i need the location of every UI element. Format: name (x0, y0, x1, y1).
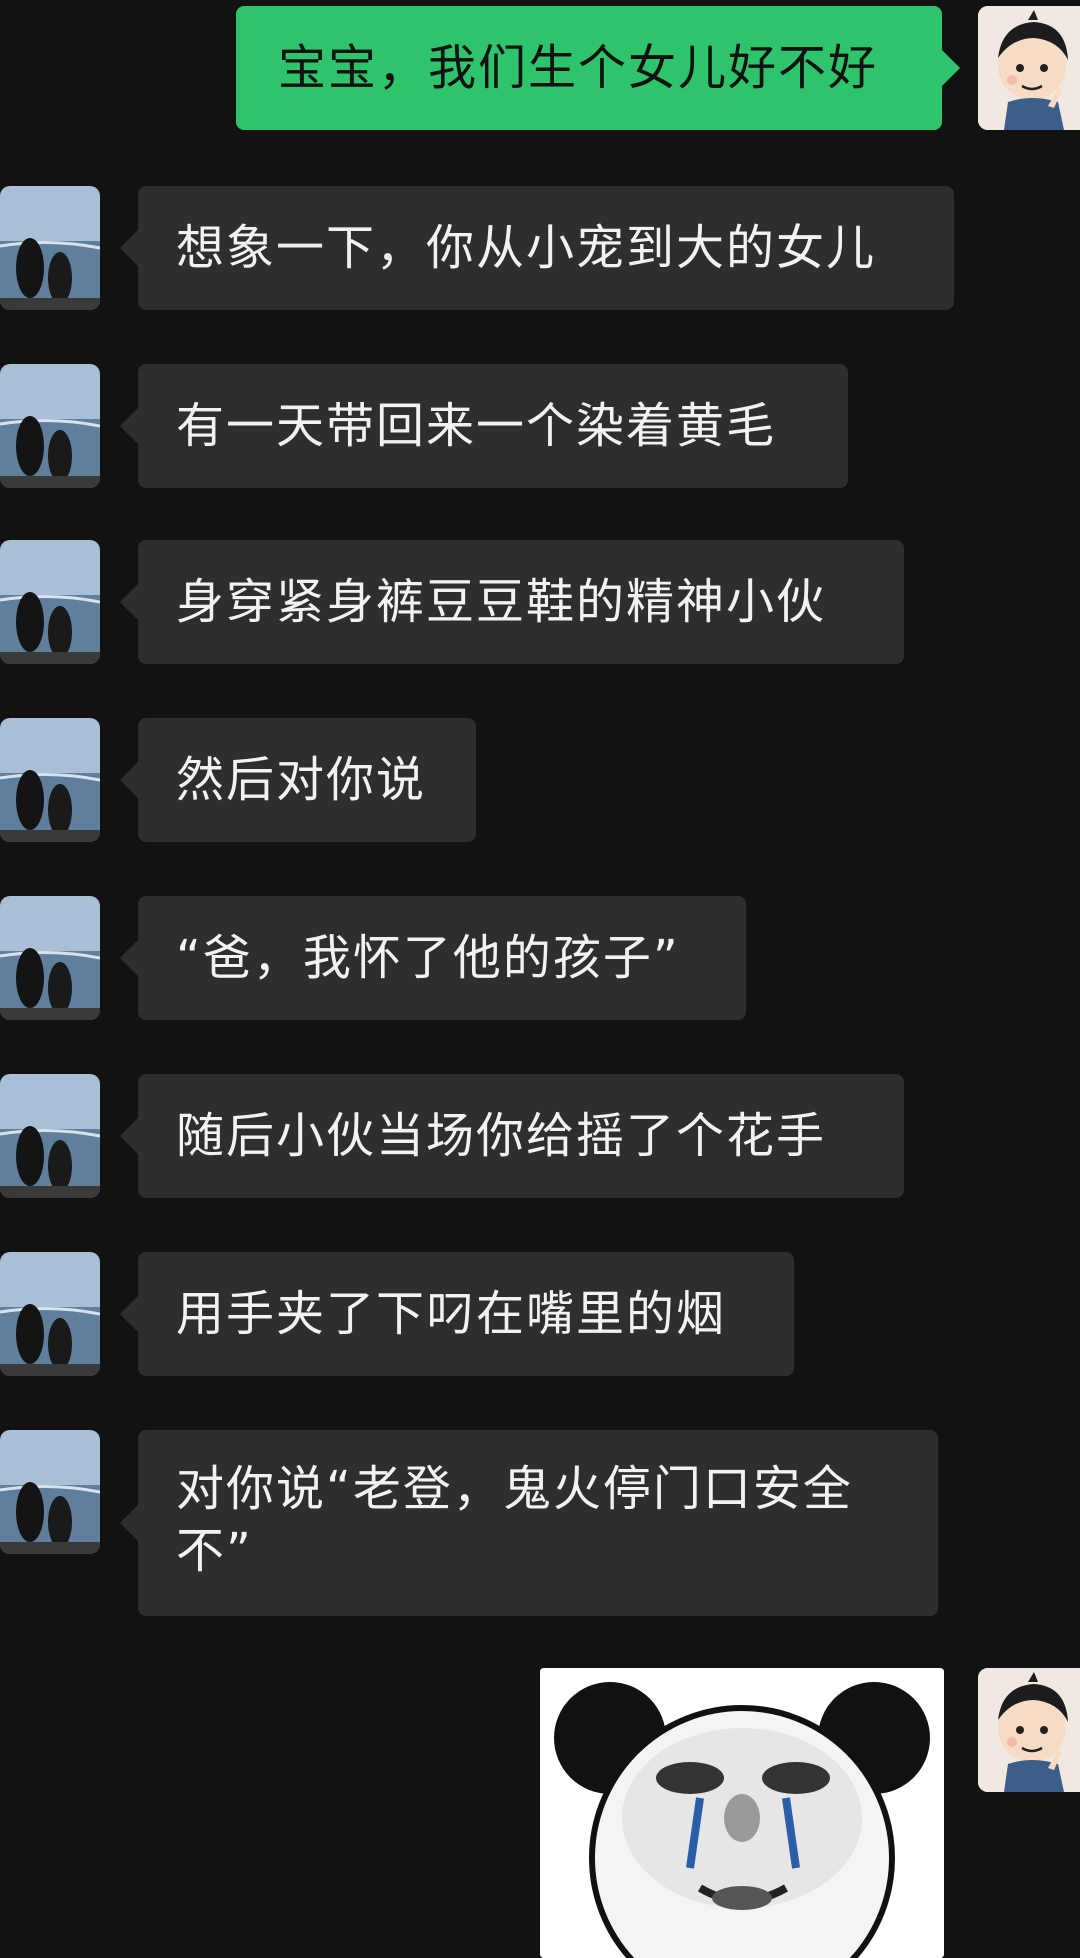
sticker-message[interactable] (540, 1668, 944, 1958)
message-text: 想象一下，你从小宠到大的女儿 (176, 220, 877, 276)
incoming-message-bubble[interactable]: 随后小伙当场你给摇了个花手 (120, 1074, 904, 1198)
seaside-photo-avatar-icon (0, 186, 100, 310)
message-text: 随后小伙当场你给摇了个花手 (176, 1108, 827, 1164)
incoming-message-bubble[interactable]: 用手夹了下叼在嘴里的烟 (120, 1252, 794, 1376)
incoming-message-bubble[interactable]: 有一天带回来一个染着黄毛 (120, 364, 848, 488)
contact-avatar[interactable] (0, 186, 100, 310)
seaside-photo-avatar-icon (0, 1074, 100, 1198)
contact-avatar[interactable] (0, 718, 100, 842)
seaside-photo-avatar-icon (0, 364, 100, 488)
contact-avatar[interactable] (0, 540, 100, 664)
contact-avatar[interactable] (0, 1252, 100, 1376)
incoming-message-bubble[interactable]: 身穿紧身裤豆豆鞋的精神小伙 (120, 540, 904, 664)
seaside-photo-avatar-icon (0, 718, 100, 842)
cartoon-boy-avatar-icon (978, 6, 1080, 130)
cartoon-boy-avatar-icon (978, 1668, 1080, 1792)
contact-avatar[interactable] (0, 1074, 100, 1198)
contact-avatar[interactable] (0, 364, 100, 488)
message-text: 有一天带回来一个染着黄毛 (176, 398, 777, 454)
incoming-message-bubble[interactable]: “爸，我怀了他的孩子” (120, 896, 746, 1020)
my-avatar[interactable] (978, 1668, 1080, 1792)
outgoing-message-bubble[interactable]: 宝宝，我们生个女儿好不好 (236, 6, 960, 130)
my-avatar[interactable] (978, 6, 1080, 130)
seaside-photo-avatar-icon (0, 1430, 100, 1554)
seaside-photo-avatar-icon (0, 540, 100, 664)
contact-avatar[interactable] (0, 1430, 100, 1554)
message-text: 宝宝，我们生个女儿好不好 (278, 40, 879, 96)
seaside-photo-avatar-icon (0, 1252, 100, 1376)
incoming-message-bubble[interactable]: 对你说“老登，鬼火停门口安全不” (120, 1430, 938, 1616)
message-text: 身穿紧身裤豆豆鞋的精神小伙 (176, 574, 827, 630)
message-text: 对你说“老登，鬼火停门口安全不” (176, 1461, 853, 1579)
message-text: “爸，我怀了他的孩子” (176, 930, 680, 986)
message-text: 然后对你说 (176, 752, 427, 808)
seaside-photo-avatar-icon (0, 896, 100, 1020)
message-text: 用手夹了下叼在嘴里的烟 (176, 1286, 727, 1342)
contact-avatar[interactable] (0, 896, 100, 1020)
incoming-message-bubble[interactable]: 然后对你说 (120, 718, 476, 842)
crying-panda-meme-icon (540, 1668, 944, 1958)
incoming-message-bubble[interactable]: 想象一下，你从小宠到大的女儿 (120, 186, 954, 310)
